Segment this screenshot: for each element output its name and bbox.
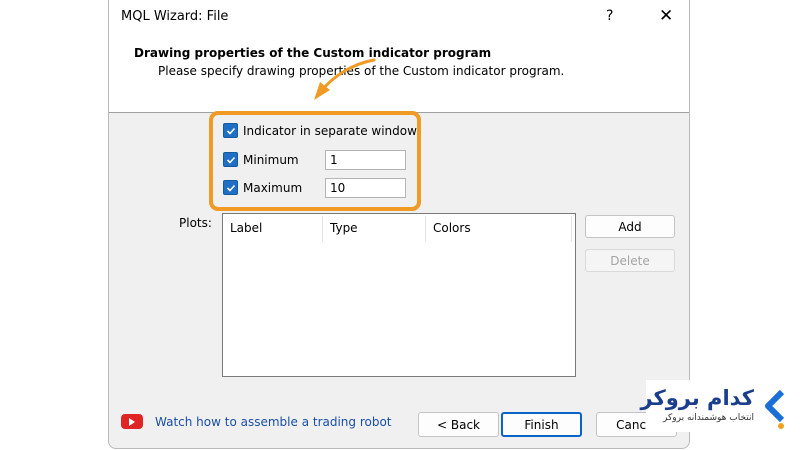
title-bar: MQL Wizard: File ? ✕ [109, 0, 689, 35]
window-title: MQL Wizard: File [121, 9, 229, 24]
delete-button[interactable]: Delete [585, 249, 675, 272]
finish-button[interactable]: Finish [501, 412, 582, 437]
brand-logo-icon [765, 390, 785, 429]
brand-tagline: انتخاب هوشمندانه بروکر [663, 413, 754, 423]
column-header-label[interactable]: Label [223, 214, 323, 242]
arrow-annotation-icon [314, 58, 376, 100]
add-button[interactable]: Add [585, 215, 675, 238]
tutorial-link[interactable]: Watch how to assemble a trading robot [121, 414, 392, 429]
brand-watermark: کدام بروکر انتخاب هوشمندانه بروکر [640, 380, 790, 432]
back-button[interactable]: < Back [418, 412, 499, 437]
tutorial-link-text: Watch how to assemble a trading robot [155, 414, 392, 429]
close-icon[interactable]: ✕ [659, 6, 673, 26]
column-header-colors[interactable]: Colors [426, 214, 571, 242]
column-header-type[interactable]: Type [323, 214, 426, 242]
highlight-box [209, 111, 421, 211]
youtube-icon [121, 414, 143, 429]
brand-name: کدام بروکر [640, 386, 754, 410]
column-divider [571, 216, 572, 242]
wizard-header: Drawing properties of the Custom indicat… [109, 35, 689, 113]
plots-table[interactable]: Label Type Colors [222, 213, 576, 377]
help-icon[interactable]: ? [606, 8, 613, 24]
plots-label: Plots: [179, 216, 212, 230]
